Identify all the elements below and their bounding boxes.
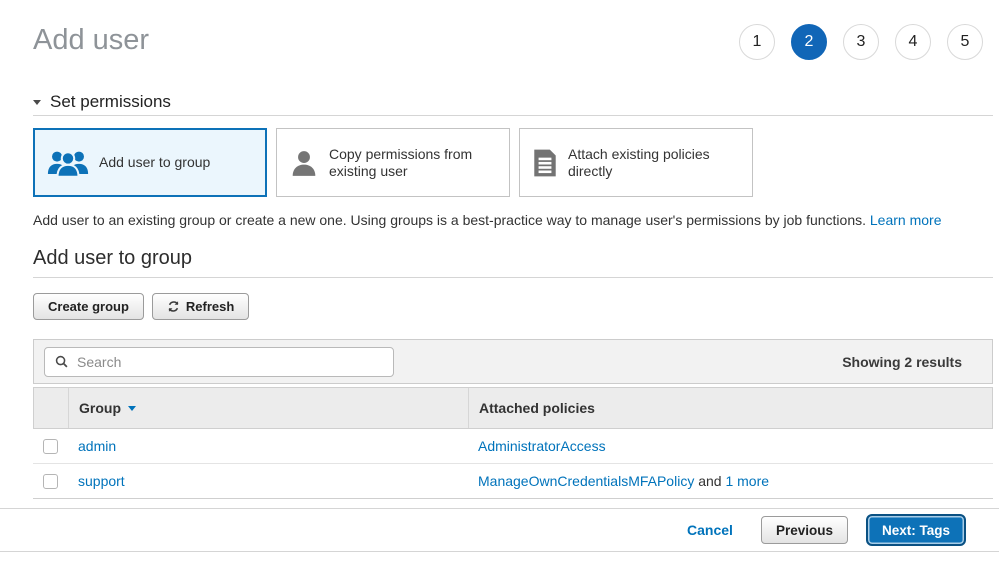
policy-link[interactable]: ManageOwnCredentialsMFAPolicy xyxy=(478,473,694,489)
search-box[interactable] xyxy=(44,347,394,377)
learn-more-link[interactable]: Learn more xyxy=(870,212,942,228)
group-cell: support xyxy=(68,464,468,498)
previous-label: Previous xyxy=(776,523,833,538)
table-row-support: support ManageOwnCredentialsMFAPolicy an… xyxy=(33,464,993,499)
card-label: Attach existing policies directly xyxy=(568,146,740,180)
policy-link[interactable]: AdministratorAccess xyxy=(478,438,606,454)
previous-button[interactable]: Previous xyxy=(761,516,848,544)
set-permissions-section-header[interactable]: Set permissions xyxy=(33,92,993,116)
column-header-policies: Attached policies xyxy=(469,388,992,428)
group-column-label: Group xyxy=(79,400,121,416)
table-row-admin: admin AdministratorAccess xyxy=(33,429,993,464)
step-1: 1 xyxy=(739,24,775,60)
step-5: 5 xyxy=(947,24,983,60)
table-search-bar: Showing 2 results xyxy=(33,339,993,384)
policies-column-label: Attached policies xyxy=(479,400,595,416)
policy-suffix-text: and xyxy=(694,473,725,489)
card-label: Copy permissions from existing user xyxy=(329,146,497,180)
permissions-description: Add user to an existing group or create … xyxy=(33,211,993,230)
refresh-label: Refresh xyxy=(186,299,234,314)
card-add-user-to-group[interactable]: Add user to group xyxy=(33,128,267,197)
policies-cell: ManageOwnCredentialsMFAPolicy and 1 more xyxy=(468,464,993,498)
group-cell: admin xyxy=(68,429,468,463)
group-icon xyxy=(47,148,89,178)
section-title: Set permissions xyxy=(50,92,171,112)
search-input[interactable] xyxy=(75,353,383,371)
step-4: 4 xyxy=(895,24,931,60)
header-checkbox-cell xyxy=(34,388,69,428)
page-header: Add user 1 2 3 4 5 xyxy=(33,20,983,60)
column-header-group[interactable]: Group xyxy=(69,388,469,428)
search-icon xyxy=(55,355,68,368)
groups-table: Showing 2 results Group Attached policie… xyxy=(33,339,993,499)
policies-cell: AdministratorAccess xyxy=(468,429,993,463)
create-group-label: Create group xyxy=(48,299,129,314)
group-section-title: Add user to group xyxy=(33,247,993,278)
sort-descending-icon xyxy=(128,406,136,411)
results-count: Showing 2 results xyxy=(842,354,962,370)
card-label: Add user to group xyxy=(99,154,210,171)
row-checkbox[interactable] xyxy=(43,439,58,454)
description-text: Add user to an existing group or create … xyxy=(33,212,866,228)
step-3: 3 xyxy=(843,24,879,60)
row-checkbox-cell xyxy=(33,464,68,498)
row-checkbox-cell xyxy=(33,429,68,463)
refresh-icon xyxy=(167,300,180,313)
next-tags-button[interactable]: Next: Tags xyxy=(866,514,966,546)
card-copy-permissions[interactable]: Copy permissions from existing user xyxy=(276,128,510,197)
step-2-active: 2 xyxy=(791,24,827,60)
group-link[interactable]: support xyxy=(78,473,125,489)
permission-option-cards: Add user to group Copy permissions from … xyxy=(33,128,993,197)
group-toolbar: Create group Refresh xyxy=(33,293,999,320)
refresh-button[interactable]: Refresh xyxy=(152,293,249,320)
more-policies-link[interactable]: 1 more xyxy=(725,473,769,489)
user-icon xyxy=(289,149,319,177)
create-group-button[interactable]: Create group xyxy=(33,293,144,320)
document-icon xyxy=(532,148,558,178)
page-title: Add user xyxy=(33,20,149,60)
cancel-link[interactable]: Cancel xyxy=(687,522,733,538)
next-label: Next: Tags xyxy=(882,523,950,538)
table-header-row: Group Attached policies xyxy=(33,387,993,429)
card-attach-policies[interactable]: Attach existing policies directly xyxy=(519,128,753,197)
wizard-footer: Cancel Previous Next: Tags xyxy=(0,508,999,552)
add-user-page: Add user 1 2 3 4 5 Set permissions xyxy=(0,20,999,577)
group-link[interactable]: admin xyxy=(78,438,116,454)
collapse-caret-icon xyxy=(33,100,41,105)
row-checkbox[interactable] xyxy=(43,474,58,489)
step-indicator: 1 2 3 4 5 xyxy=(739,24,983,60)
